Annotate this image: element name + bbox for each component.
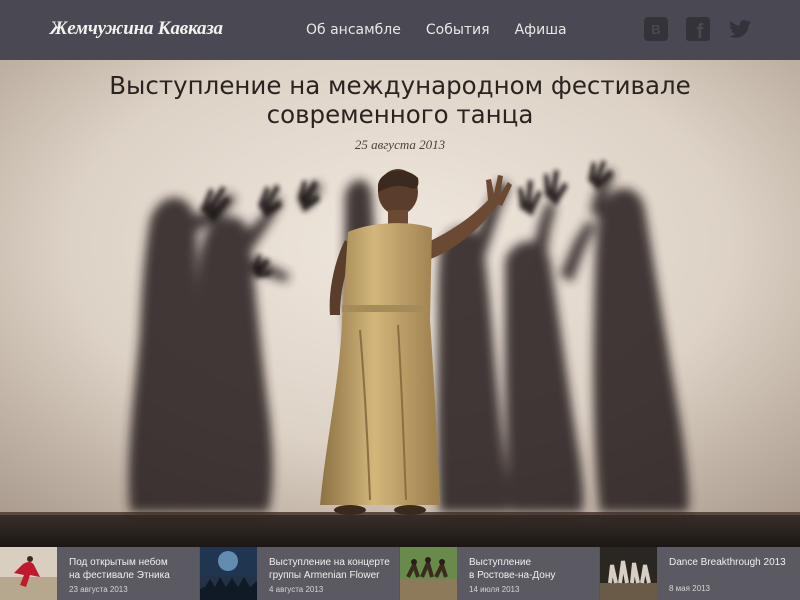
hero-banner: Выступление на международном фестивале с… bbox=[0, 60, 800, 547]
svg-text:В: В bbox=[651, 22, 660, 37]
main-nav: Об ансамбле События Афиша bbox=[306, 22, 567, 38]
event-date: 23 августа 2013 bbox=[69, 585, 128, 594]
event-card[interactable]: Выступление на концерте группы Armenian … bbox=[200, 547, 400, 600]
event-title: Выступление в Ростове-на-Дону bbox=[469, 557, 556, 581]
twitter-icon[interactable] bbox=[728, 17, 752, 41]
site-header: Жемчужина Кавказа Об ансамбле События Аф… bbox=[0, 0, 800, 61]
events-strip: Под открытым небом на фестивале Этника 2… bbox=[0, 547, 800, 600]
event-card[interactable]: Выступление в Ростове-на-Дону 14 июля 20… bbox=[400, 547, 600, 600]
social-links: В f bbox=[644, 17, 752, 41]
hero-date: 25 августа 2013 bbox=[354, 137, 446, 152]
event-thumbnail bbox=[400, 547, 457, 600]
facebook-icon[interactable]: f bbox=[686, 17, 710, 41]
vk-icon[interactable]: В bbox=[644, 17, 668, 41]
site-logo[interactable]: Жемчужина Кавказа bbox=[50, 18, 223, 40]
event-thumbnail bbox=[0, 547, 57, 600]
nav-item-events[interactable]: События bbox=[426, 22, 490, 38]
event-title: Под открытым небом на фестивале Этника bbox=[69, 557, 170, 581]
hero-title[interactable]: Выступление на международном фестивале с… bbox=[0, 60, 800, 129]
event-date: 4 августа 2013 bbox=[269, 585, 324, 594]
event-title: Dance Breakthrough 2013 bbox=[669, 557, 786, 568]
nav-item-about[interactable]: Об ансамбле bbox=[306, 22, 401, 38]
event-date: 14 июля 2013 bbox=[469, 585, 520, 594]
event-card[interactable]: Dance Breakthrough 2013 8 мая 2013 bbox=[600, 547, 800, 600]
event-thumbnail bbox=[200, 547, 257, 600]
event-title: Выступление на концерте группы Armenian … bbox=[269, 557, 390, 581]
event-card[interactable]: Под открытым небом на фестивале Этника 2… bbox=[0, 547, 200, 600]
nav-item-poster[interactable]: Афиша bbox=[515, 22, 567, 38]
hero-text: Выступление на международном фестивале с… bbox=[0, 60, 800, 153]
event-thumbnail bbox=[600, 547, 657, 600]
svg-text:f: f bbox=[697, 21, 704, 41]
event-date: 8 мая 2013 bbox=[669, 584, 710, 593]
